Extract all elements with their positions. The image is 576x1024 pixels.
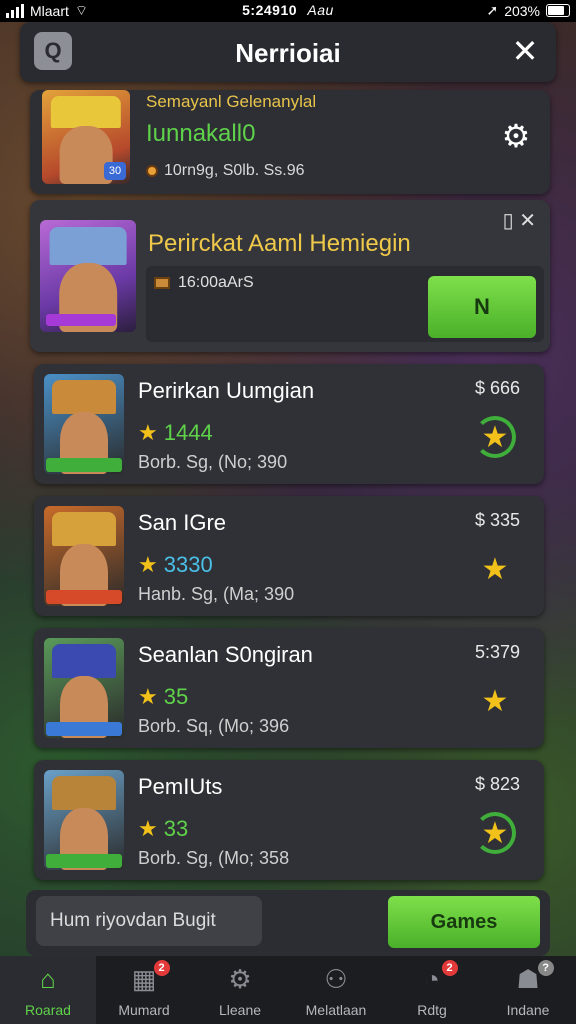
- list-item[interactable]: San IGre ★ 3330 Hanb. Sg, (Ma; 390 $ 335…: [34, 496, 544, 616]
- nav-item[interactable]: ⌂ Roarad: [0, 956, 96, 1024]
- avatar-hat: [52, 776, 116, 810]
- player-name: Perirkan Uumgian: [138, 378, 315, 403]
- notification-badge: ?: [537, 960, 554, 976]
- people-icon: ⚇: [324, 963, 348, 994]
- nav-label: Roarad: [25, 1002, 71, 1018]
- avatar-tag: [46, 722, 122, 736]
- star-badge-icon[interactable]: ★: [474, 548, 516, 590]
- avatar-hat: [52, 644, 116, 678]
- avatar-level-bar: [46, 314, 116, 326]
- nav-label: Rdtg: [417, 1002, 447, 1018]
- player-avatar: [44, 770, 124, 870]
- promo-panel: Perirckat Aaml Hemiegin ▯ ✕ 16:00aArS N: [30, 200, 550, 352]
- home-icon: ⌂: [40, 963, 56, 994]
- player-score-value: 3330: [163, 552, 213, 577]
- player-score: ★ 1444: [138, 420, 213, 446]
- star-badge-icon[interactable]: ★: [474, 680, 516, 722]
- player-score-value: 1444: [163, 420, 213, 445]
- player-price: $ 823: [474, 774, 520, 794]
- bottom-action-bar: Hum riyovdan Bugit Games: [26, 890, 550, 956]
- list-item[interactable]: Seanlan S0ngiran ★ 35 Borb. Sq, (Mo; 396…: [34, 628, 544, 748]
- battery-icon: [546, 4, 570, 17]
- player-score-value: 35: [163, 684, 189, 709]
- avatar-tag: [46, 590, 122, 604]
- status-bar: Mlaart ⌔ 5:24910 Aau ➚ 203%: [0, 0, 576, 22]
- promo-inner: 16:00aArS N: [146, 266, 544, 342]
- notification-badge: 2: [153, 960, 170, 976]
- player-score-value: 33: [163, 816, 189, 841]
- player-score: ★ 33: [138, 816, 188, 842]
- time-suffix: Aau: [307, 2, 334, 18]
- star-badge-icon[interactable]: ★: [474, 416, 516, 458]
- player-avatar: [44, 374, 124, 474]
- header-bar: Q Nerrioiai ✕: [20, 22, 556, 82]
- star-icon: ★: [138, 552, 158, 577]
- player-score: ★ 35: [138, 684, 188, 710]
- nav-label: Indane: [506, 1002, 550, 1018]
- featured-card[interactable]: 30 Semayanl Gelenanylal Iunnakall0 10rn9…: [30, 90, 550, 194]
- player-meta: Borb. Sg, (No; 390: [138, 452, 288, 472]
- featured-subtitle: Semayanl Gelenanylal: [146, 92, 317, 111]
- promo-title: Perirckat Aaml Hemiegin: [148, 230, 411, 257]
- player-name: San IGre: [138, 510, 227, 535]
- avatar-tag: [46, 458, 122, 472]
- player-avatar: [44, 506, 124, 606]
- close-icon[interactable]: ▯ ✕: [503, 208, 536, 233]
- chest-icon: [154, 277, 170, 289]
- star-icon: ★: [138, 420, 158, 445]
- avatar-hat: [52, 380, 116, 414]
- coin-icon: [146, 165, 158, 177]
- list-item[interactable]: PemIUts ★ 33 Borb. Sg, (Mo; 358 $ 823 ★: [34, 760, 544, 880]
- player-score: ★ 3330: [138, 552, 213, 578]
- player-name: PemIUts: [138, 774, 223, 799]
- star-icon: ★: [138, 816, 158, 841]
- player-meta: Hanb. Sg, (Ma; 390: [138, 584, 295, 604]
- featured-badge: 30: [104, 162, 126, 180]
- player-avatar: [44, 638, 124, 738]
- avatar-crown: [49, 226, 127, 265]
- notification-badge: 2: [441, 960, 458, 976]
- search-input[interactable]: Hum riyovdan Bugit: [36, 896, 262, 946]
- gear-icon: ⚙: [228, 963, 252, 994]
- promo-button[interactable]: N: [428, 276, 536, 338]
- player-price: 5:379: [474, 642, 520, 662]
- promo-avatar: [40, 220, 136, 332]
- featured-name: Iunnakall0: [146, 120, 256, 147]
- gear-icon[interactable]: ⚙: [498, 118, 534, 154]
- nav-item[interactable]: ⚇ Melatlaan: [288, 956, 384, 1024]
- player-price: $ 666: [474, 378, 520, 398]
- nav-label: Mumard: [118, 1002, 170, 1018]
- player-price: $ 335: [474, 510, 520, 530]
- player-name: Seanlan S0ngiran: [138, 642, 313, 667]
- featured-stats: 10rn9g, S0lb. Ss.96: [146, 162, 305, 180]
- status-right: ➚ 203%: [486, 2, 570, 19]
- promo-stat: 16:00aArS: [154, 274, 254, 292]
- nav-item[interactable]: ▦ 2 Mumard: [96, 956, 192, 1024]
- nav-item[interactable]: ☗ ? Indane: [480, 956, 576, 1024]
- star-badge-icon[interactable]: ★: [474, 812, 516, 854]
- avatar-hat: [50, 95, 122, 128]
- nav-label: Melatlaan: [305, 1002, 367, 1018]
- battery-percent: 203%: [504, 2, 540, 19]
- nav-label: Lleane: [218, 1002, 262, 1018]
- avatar-tag: [46, 854, 122, 868]
- promo-stat-text: 16:00aArS: [178, 274, 254, 291]
- avatar-hat: [52, 512, 116, 546]
- star-icon: ★: [138, 684, 158, 709]
- player-meta: Borb. Sq, (Mo; 396: [138, 716, 290, 736]
- player-meta: Borb. Sg, (Mo; 358: [138, 848, 290, 868]
- nav-item[interactable]: ⚙ Lleane: [192, 956, 288, 1024]
- bottom-nav: ⌂ Roarad ▦ 2 Mumard ⚙ Lleane ⚇ Melatlaan…: [0, 956, 576, 1024]
- nav-item[interactable]: ◔ 2 Rdtg: [384, 956, 480, 1024]
- featured-stats-text: 10rn9g, S0lb. Ss.96: [164, 162, 305, 179]
- page-title: Nerrioiai: [235, 38, 341, 68]
- games-button[interactable]: Games: [388, 896, 540, 948]
- list-item[interactable]: Perirkan Uumgian ★ 1444 Borb. Sg, (No; 3…: [34, 364, 544, 484]
- location-icon: ➚: [486, 2, 499, 18]
- close-icon[interactable]: ✕: [508, 34, 542, 68]
- time-text: 5:24910: [242, 2, 298, 18]
- featured-avatar: 30: [42, 90, 130, 184]
